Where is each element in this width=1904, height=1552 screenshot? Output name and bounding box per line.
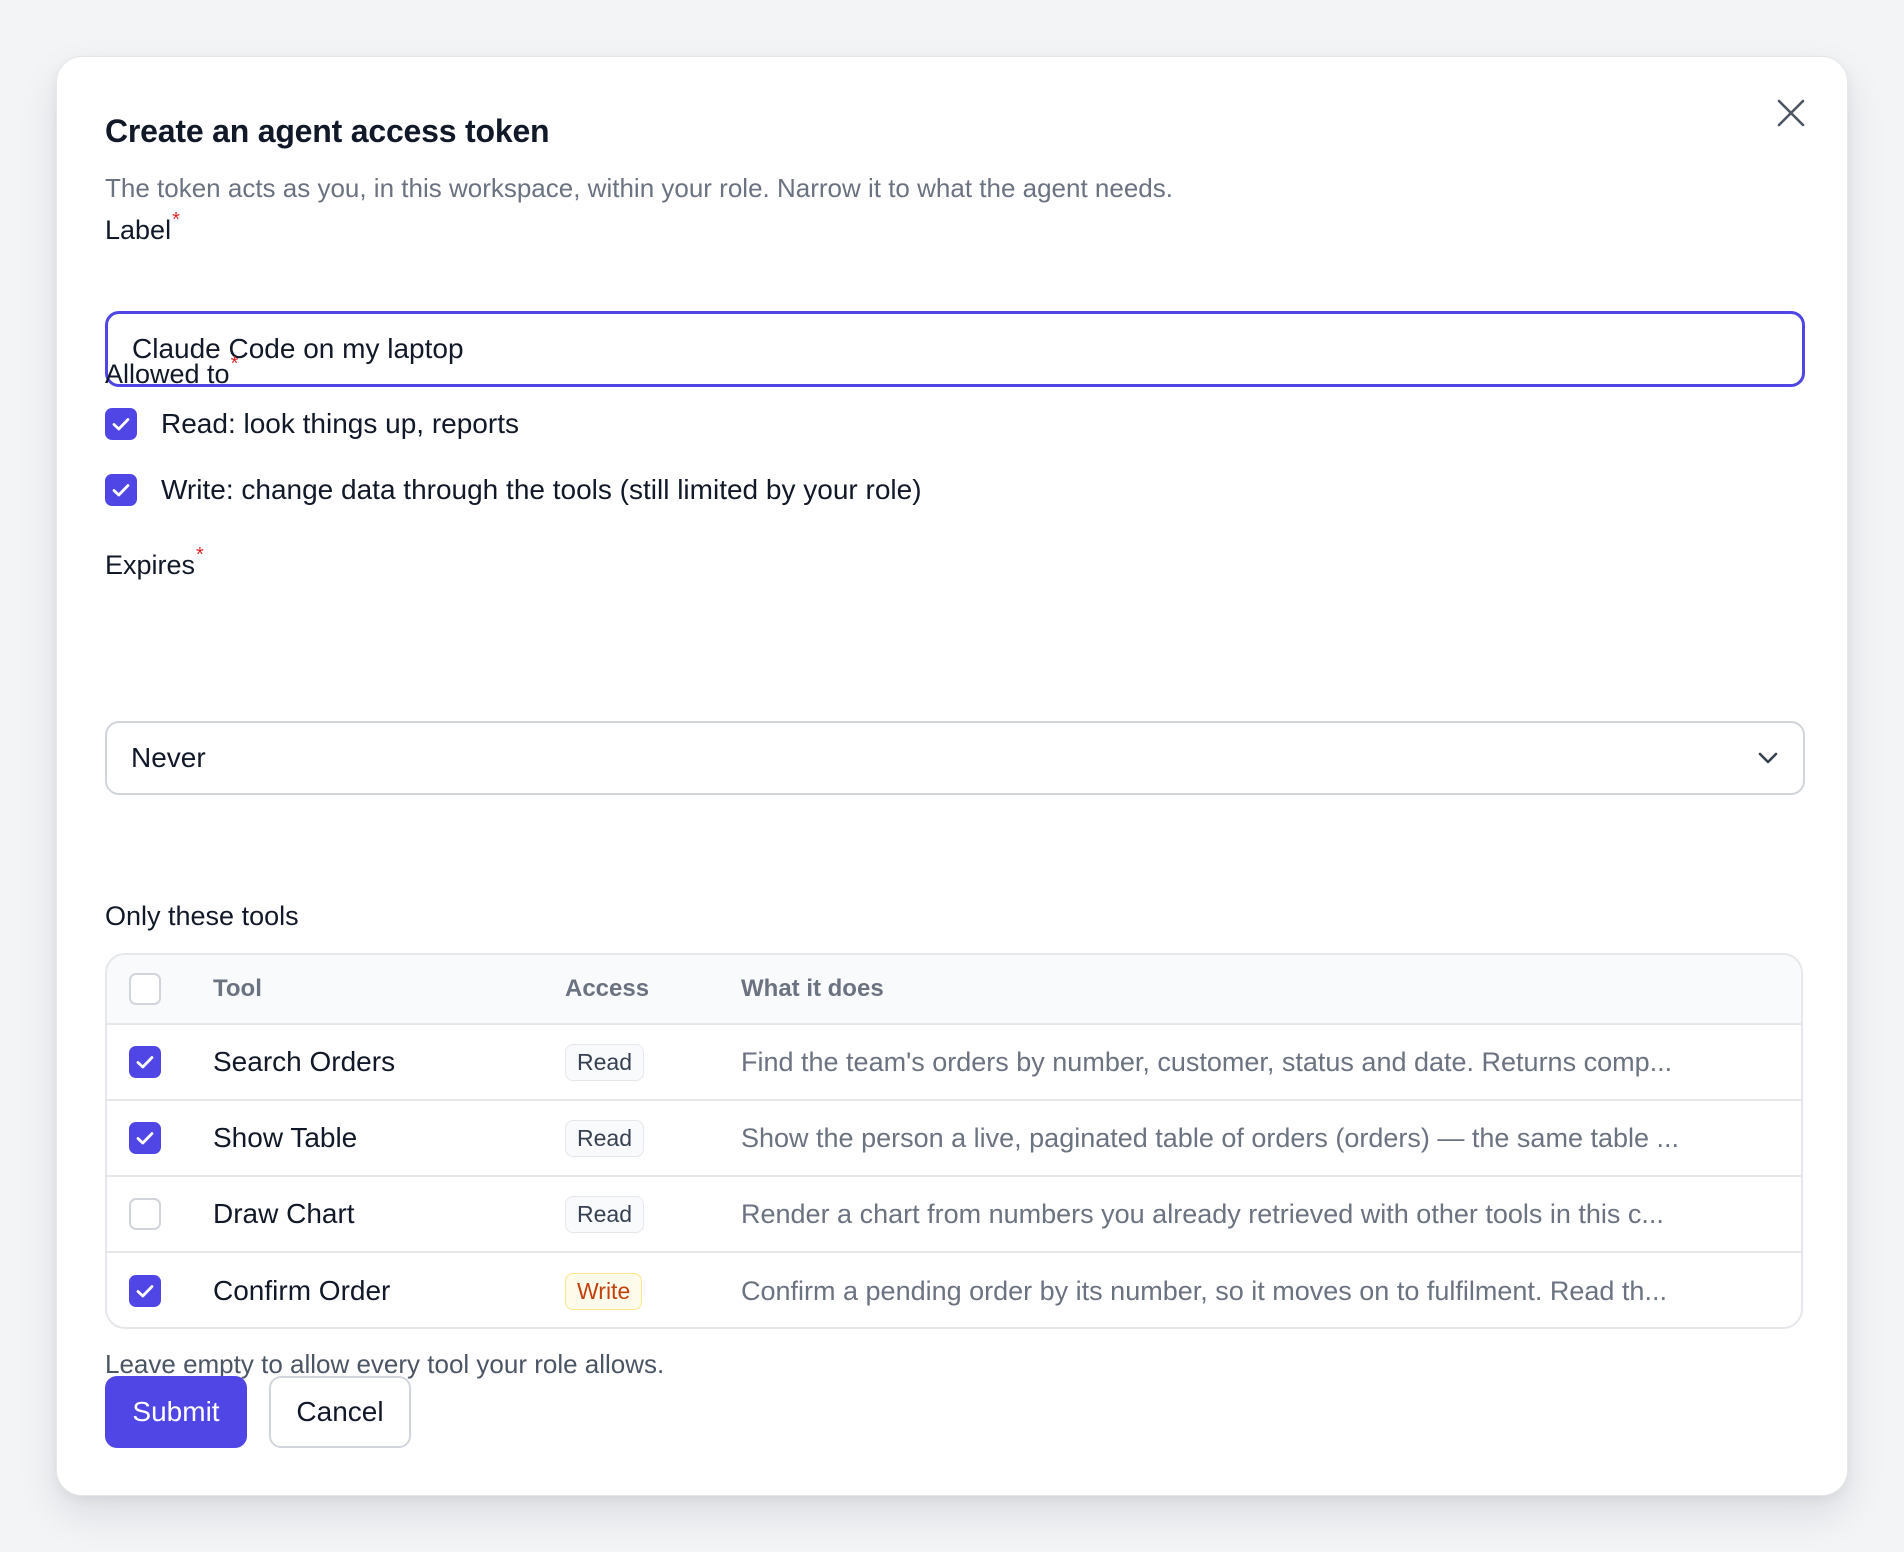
- allowed-to-label-text: Allowed to: [105, 359, 230, 389]
- checkmark-icon: [136, 1285, 154, 1298]
- expires-selected-value: Never: [131, 742, 206, 773]
- expires-label: Expires*: [105, 544, 204, 581]
- access-badge: Read: [565, 1043, 644, 1081]
- dialog-title: Create an agent access token: [105, 113, 550, 149]
- table-row[interactable]: Confirm Order Write Confirm a pending or…: [107, 1253, 1801, 1327]
- select-all-checkbox[interactable]: [129, 973, 161, 1005]
- checkmark-icon: [136, 1056, 154, 1069]
- row-checkbox[interactable]: [129, 1122, 161, 1154]
- table-row[interactable]: Search Orders Read Find the team's order…: [107, 1025, 1801, 1101]
- tool-name: Confirm Order: [213, 1275, 391, 1306]
- access-badge: Write: [565, 1272, 643, 1310]
- table-row[interactable]: Show Table Read Show the person a live, …: [107, 1101, 1801, 1177]
- permission-read-option[interactable]: Read: look things up, reports: [105, 408, 519, 440]
- tool-name: Show Table: [213, 1122, 358, 1153]
- checkmark-icon: [112, 418, 130, 431]
- read-option-label: Read: look things up, reports: [161, 408, 519, 439]
- chevron-down-icon: [1758, 752, 1778, 764]
- write-checkbox[interactable]: [105, 474, 137, 506]
- checkmark-icon: [112, 484, 130, 497]
- tool-description: Show the person a live, paginated table …: [741, 1122, 1680, 1153]
- tool-name: Draw Chart: [213, 1198, 355, 1229]
- row-checkbox[interactable]: [129, 1198, 161, 1230]
- access-badge: Read: [565, 1119, 644, 1157]
- read-checkbox[interactable]: [105, 408, 137, 440]
- column-header-access: Access: [565, 975, 650, 1002]
- tools-section-label: Only these tools: [105, 901, 299, 931]
- write-option-label: Write: change data through the tools (st…: [161, 474, 922, 505]
- tool-description: Render a chart from numbers you already …: [741, 1198, 1664, 1229]
- table-row[interactable]: Draw Chart Read Render a chart from numb…: [107, 1177, 1801, 1253]
- column-header-description: What it does: [741, 975, 884, 1002]
- close-icon: [1777, 99, 1805, 127]
- row-checkbox[interactable]: [129, 1046, 161, 1078]
- tool-description: Confirm a pending order by its number, s…: [741, 1275, 1667, 1306]
- allowed-to-label: Allowed to*: [105, 353, 238, 390]
- expires-label-text: Expires: [105, 550, 196, 580]
- tools-table: Tool Access What it does Search Orders R…: [105, 953, 1803, 1329]
- submit-button[interactable]: Submit: [105, 1376, 247, 1448]
- row-checkbox[interactable]: [129, 1275, 161, 1307]
- checkmark-icon: [136, 1132, 154, 1145]
- cancel-button[interactable]: Cancel: [269, 1376, 411, 1448]
- table-header-row: Tool Access What it does: [107, 955, 1801, 1025]
- label-input[interactable]: [105, 311, 1805, 387]
- token-dialog: Create an agent access token The token a…: [56, 56, 1848, 1496]
- tool-name: Search Orders: [213, 1046, 396, 1077]
- required-mark: *: [196, 544, 204, 566]
- required-mark: *: [172, 209, 180, 231]
- label-field-label-text: Label: [105, 215, 172, 245]
- dialog-subtitle: The token acts as you, in this workspace…: [105, 173, 1173, 203]
- close-button[interactable]: [1771, 93, 1811, 133]
- required-mark: *: [230, 353, 239, 375]
- tool-description: Find the team's orders by number, custom…: [741, 1046, 1673, 1077]
- label-field-label: Label*: [105, 209, 180, 246]
- expires-select[interactable]: Never: [105, 721, 1805, 795]
- permission-write-option[interactable]: Write: change data through the tools (st…: [105, 474, 922, 506]
- column-header-tool: Tool: [213, 975, 262, 1002]
- access-badge: Read: [565, 1195, 644, 1233]
